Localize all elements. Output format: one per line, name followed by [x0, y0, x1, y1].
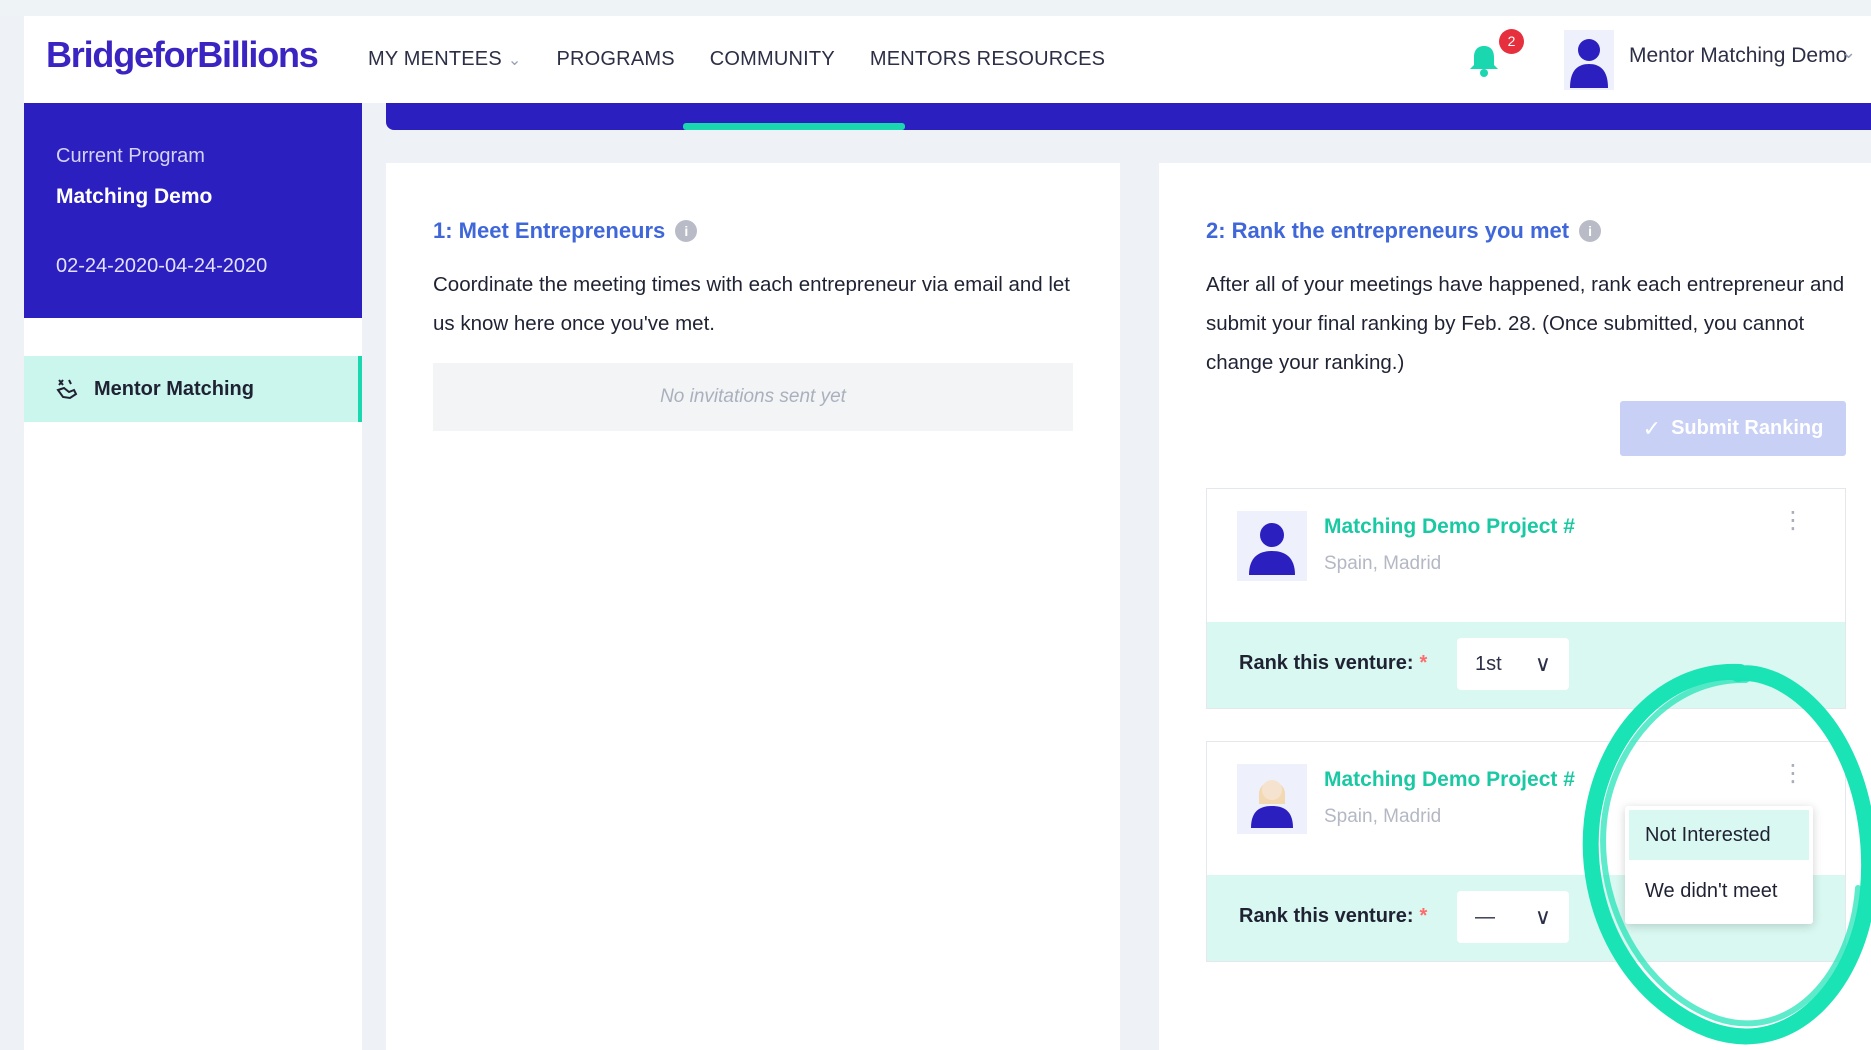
rank-select-value: —: [1475, 905, 1495, 928]
menu-item-not-interested[interactable]: Not Interested: [1629, 810, 1809, 860]
step1-description: Coordinate the meeting times with each e…: [433, 273, 1070, 335]
venture-location: Spain, Madrid: [1324, 806, 1442, 827]
nav-community-label: COMMUNITY: [709, 48, 835, 70]
chevron-down-icon[interactable]: ⌄: [1841, 42, 1856, 63]
check-icon: ✓: [1642, 415, 1662, 441]
entrepreneur-avatar-icon: [1237, 764, 1307, 834]
user-avatar-icon[interactable]: [1564, 30, 1614, 90]
main-nav: MY MENTEES ⌄ PROGRAMS COMMUNITY MENTORS …: [368, 16, 1140, 103]
notification-badge: 2: [1499, 29, 1524, 54]
nav-mentors-resources[interactable]: MENTORS RESOURCES: [870, 48, 1105, 71]
submit-ranking-button[interactable]: ✓ Submit Ranking: [1620, 401, 1846, 456]
sidebar: Current Program Matching Demo 02-24-2020…: [24, 103, 362, 1050]
info-icon[interactable]: i: [1579, 220, 1602, 242]
step2-title: 2: Rank the entrepreneurs you met i: [1206, 218, 1602, 244]
brand-logo[interactable]: BridgeforBillions: [46, 34, 319, 76]
steps-bar: [386, 103, 1871, 130]
rank-select-value: 1st: [1475, 652, 1502, 675]
venture-location: Spain, Madrid: [1324, 553, 1442, 574]
nav-community[interactable]: COMMUNITY: [710, 48, 835, 71]
step2-title-text: 2: Rank the entrepreneurs you met: [1206, 218, 1570, 243]
step1-title: 1: Meet Entrepreneurs i: [433, 218, 698, 244]
sidebar-item-mentor-matching[interactable]: Mentor Matching: [24, 356, 362, 422]
program-label: Current Program: [56, 145, 205, 167]
info-icon[interactable]: i: [675, 220, 698, 242]
venture-card: Matching Demo Project # Spain, Madrid ⋮ …: [1206, 488, 1846, 709]
program-name: Matching Demo: [56, 185, 213, 208]
step2-description: After all of your meetings have happened…: [1206, 273, 1845, 374]
sidebar-item-label: Mentor Matching: [94, 377, 254, 400]
entrepreneur-avatar-icon: [1237, 511, 1307, 581]
venture-header: Matching Demo Project # Spain, Madrid ⋮: [1207, 489, 1845, 622]
active-step-indicator: [683, 123, 905, 130]
rank-select[interactable]: — ∨: [1457, 891, 1569, 943]
top-strip: [0, 0, 1871, 16]
handshake-icon: [56, 379, 78, 400]
program-dates: 02-24-2020-04-24-2020: [56, 255, 268, 277]
nav-my-mentees[interactable]: MY MENTEES ⌄: [368, 48, 521, 71]
venture-name[interactable]: Matching Demo Project #: [1324, 768, 1575, 792]
top-header: BridgeforBillions MY MENTEES ⌄ PROGRAMS …: [24, 16, 1871, 103]
chevron-down-icon: ∨: [1534, 651, 1551, 676]
rank-row: Rank this venture: * 1st ∨: [1207, 622, 1845, 708]
kebab-menu-icon[interactable]: ⋮: [1781, 509, 1805, 533]
kebab-menu-icon[interactable]: ⋮: [1781, 762, 1805, 786]
chevron-down-icon: ∨: [1534, 904, 1551, 929]
required-mark: *: [1419, 652, 1428, 674]
venture-options-menu: Not Interested We didn't meet: [1625, 806, 1813, 924]
submit-ranking-label: Submit Ranking: [1671, 417, 1824, 439]
nav-programs-label: PROGRAMS: [556, 48, 675, 70]
step1-title-text: 1: Meet Entrepreneurs: [433, 218, 666, 243]
step1-panel: 1: Meet Entrepreneurs i Coordinate the m…: [386, 163, 1120, 1050]
rank-label: Rank this venture: *: [1239, 905, 1427, 928]
rank-label: Rank this venture: *: [1239, 652, 1427, 675]
empty-state-text: No invitations sent yet: [660, 386, 846, 407]
invitations-empty-state: No invitations sent yet: [433, 363, 1073, 431]
current-program-box: Current Program Matching Demo 02-24-2020…: [24, 103, 362, 318]
user-name[interactable]: Mentor Matching Demo: [1629, 44, 1847, 68]
required-mark: *: [1419, 905, 1428, 927]
nav-mentors-resources-label: MENTORS RESOURCES: [869, 48, 1106, 70]
menu-item-didnt-meet[interactable]: We didn't meet: [1629, 866, 1809, 916]
rank-label-text: Rank this venture:: [1239, 905, 1414, 927]
nav-my-mentees-label: MY MENTEES: [368, 48, 502, 70]
rank-select[interactable]: 1st ∨: [1457, 638, 1569, 690]
nav-programs[interactable]: PROGRAMS: [556, 48, 674, 71]
bell-icon[interactable]: [1464, 40, 1504, 80]
chevron-down-icon: ⌄: [507, 51, 522, 69]
rank-label-text: Rank this venture:: [1239, 652, 1414, 674]
venture-name[interactable]: Matching Demo Project #: [1324, 515, 1575, 539]
